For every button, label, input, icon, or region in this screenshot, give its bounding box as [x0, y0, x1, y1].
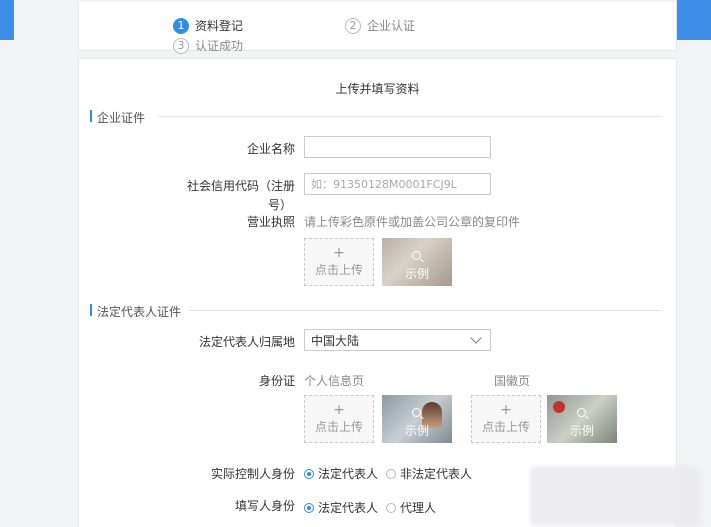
sample-label: 示例 [569, 424, 594, 438]
credit-code-label-continued: 号） [267, 198, 292, 212]
id-back-upload[interactable]: + 点击上传 [471, 395, 541, 443]
id-front-hint: 个人信息页 [304, 374, 365, 388]
blurred-overlay [530, 466, 700, 526]
id-front-sample[interactable]: 示例 [382, 395, 452, 443]
radio-non-legal-representative[interactable] [386, 468, 397, 479]
id-front-upload[interactable]: + 点击上传 [304, 395, 374, 443]
upload-label: 点击上传 [481, 420, 530, 434]
filler-identity-label: 填写人身份 [234, 499, 295, 513]
company-name-input[interactable] [304, 136, 491, 158]
section-title: 企业证件 [97, 111, 146, 125]
region-label: 法定代表人归属地 [198, 335, 295, 349]
section-legal-representative: 法定代表人证件 [90, 303, 662, 319]
section-marker [90, 110, 92, 122]
radio-option-label: 代理人 [400, 501, 437, 515]
step-1-number: 1 [173, 17, 189, 34]
controller-identity-label: 实际控制人身份 [210, 467, 295, 481]
radio-filler-legal-representative[interactable] [304, 502, 314, 513]
business-license-sample[interactable]: 示例 [382, 238, 452, 286]
region-select-value: 中国大陆 [311, 333, 360, 348]
plus-icon: + [500, 402, 512, 418]
radio-option-label: 非法定代表人 [400, 467, 473, 481]
step-2-label: 企业认证 [367, 19, 416, 33]
business-license-hint: 请上传彩色原件或加盖公司公章的复印件 [304, 215, 521, 229]
section-divider [188, 310, 662, 311]
form-panel: 上传并填写资料 企业证件 企业名称 社会信用代码（注册 号） 营业执照 请上传彩… [78, 58, 677, 527]
business-license-upload[interactable]: + 点击上传 [304, 238, 374, 286]
step-1-label: 资料登记 [195, 19, 244, 33]
section-divider [158, 116, 662, 117]
id-back-hint: 国徽页 [494, 374, 531, 388]
section-marker [90, 304, 92, 316]
id-card-label: 身份证 [258, 374, 295, 388]
controller-identity-options: 法定代表人 非法定代表人 [304, 465, 472, 482]
radio-option-label: 法定代表人 [318, 467, 379, 481]
step-3-label: 认证成功 [195, 39, 244, 53]
business-license-label: 营业执照 [246, 215, 295, 229]
radio-option-label: 法定代表人 [318, 501, 379, 515]
step-3[interactable]: 3 认证成功 [173, 37, 243, 54]
section-title: 法定代表人证件 [97, 305, 182, 319]
form-title: 上传并填写资料 [335, 82, 420, 96]
id-back-sample[interactable]: 示例 [547, 395, 617, 443]
step-2[interactable]: 2 企业认证 [345, 17, 415, 34]
steps-panel: 1 资料登记 2 企业认证 3 认证成功 [78, 2, 677, 54]
upload-label: 点击上传 [314, 420, 363, 434]
plus-icon: + [333, 402, 345, 418]
section-company-documents: 企业证件 [90, 109, 662, 125]
zoom-icon [412, 251, 421, 260]
zoom-icon [577, 408, 586, 417]
zoom-icon [412, 408, 421, 417]
upload-label: 点击上传 [314, 263, 363, 277]
credit-code-label: 社会信用代码（注册 [186, 179, 295, 193]
sample-label: 示例 [404, 424, 429, 438]
chevron-down-icon [470, 332, 482, 344]
step-2-number: 2 [345, 17, 361, 34]
step-3-number: 3 [173, 37, 189, 54]
region-select[interactable]: 中国大陆 [304, 329, 491, 351]
sample-label: 示例 [404, 267, 429, 281]
national-emblem-icon [553, 401, 565, 413]
radio-legal-representative[interactable] [304, 468, 314, 479]
radio-filler-agent[interactable] [386, 502, 397, 513]
page-edge-right [677, 0, 711, 40]
step-1[interactable]: 1 资料登记 [173, 17, 243, 34]
plus-icon: + [333, 245, 345, 261]
page-edge-left [0, 0, 14, 40]
company-name-label: 企业名称 [246, 142, 295, 156]
credit-code-input[interactable] [304, 173, 491, 195]
filler-identity-options: 法定代表人 代理人 [304, 499, 436, 516]
